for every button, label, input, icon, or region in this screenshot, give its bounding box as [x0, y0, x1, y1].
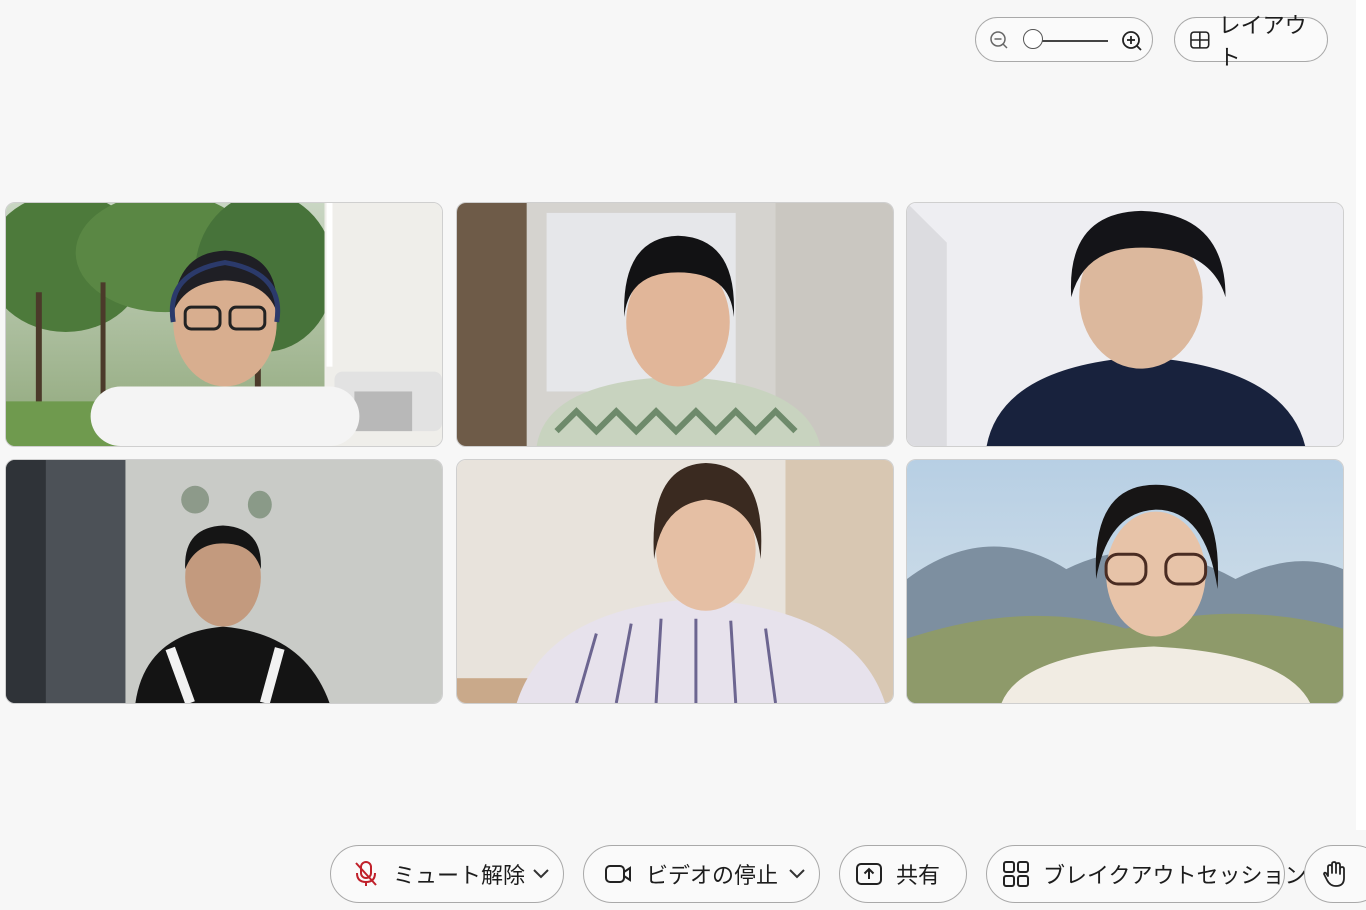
unmute-label: ミュート解除 [393, 864, 526, 889]
stop-video-label: ビデオの停止 [646, 864, 779, 889]
zoom-thumb[interactable] [1023, 29, 1043, 49]
stop-video-button[interactable]: ビデオの停止 [583, 845, 820, 903]
participant-video-tile[interactable] [456, 459, 894, 704]
zoom-out-icon[interactable] [989, 30, 1009, 50]
breakout-label: ブレイクアウトセッション [1043, 864, 1307, 889]
zoom-in-icon[interactable] [1121, 30, 1143, 52]
layout-label: レイアウト [1218, 13, 1307, 71]
camera-icon [604, 863, 632, 885]
share-label: 共有 [896, 864, 941, 889]
participant-video-tile[interactable] [5, 459, 443, 704]
zoom-slider[interactable] [975, 17, 1153, 62]
chevron-down-icon[interactable] [789, 869, 805, 879]
participant-video [457, 460, 893, 703]
breakout-sessions-button[interactable]: ブレイクアウトセッション [986, 845, 1307, 903]
share-screen-icon [856, 863, 882, 885]
participant-video [907, 460, 1343, 703]
raise-hand-button[interactable] [1304, 845, 1366, 903]
participant-video-tile[interactable] [906, 202, 1344, 447]
mic-off-icon [353, 860, 379, 888]
raise-hand-icon [1323, 860, 1345, 888]
participant-video-tile[interactable] [906, 459, 1344, 704]
unmute-button[interactable]: ミュート解除 [330, 845, 564, 903]
share-button[interactable]: 共有 [839, 845, 967, 903]
zoom-track[interactable] [1034, 40, 1108, 42]
participant-video [907, 203, 1343, 446]
participant-video-tile[interactable] [456, 202, 894, 447]
breakout-grid-icon [1003, 861, 1029, 887]
participant-video-tile[interactable] [5, 202, 443, 447]
participant-video [6, 203, 442, 446]
window-edge [1356, 0, 1366, 830]
layout-grid-icon [1190, 30, 1210, 49]
layout-button[interactable]: レイアウト [1174, 14, 1328, 71]
chevron-down-icon[interactable] [533, 869, 549, 879]
participant-video [457, 203, 893, 446]
participant-video [6, 460, 442, 703]
